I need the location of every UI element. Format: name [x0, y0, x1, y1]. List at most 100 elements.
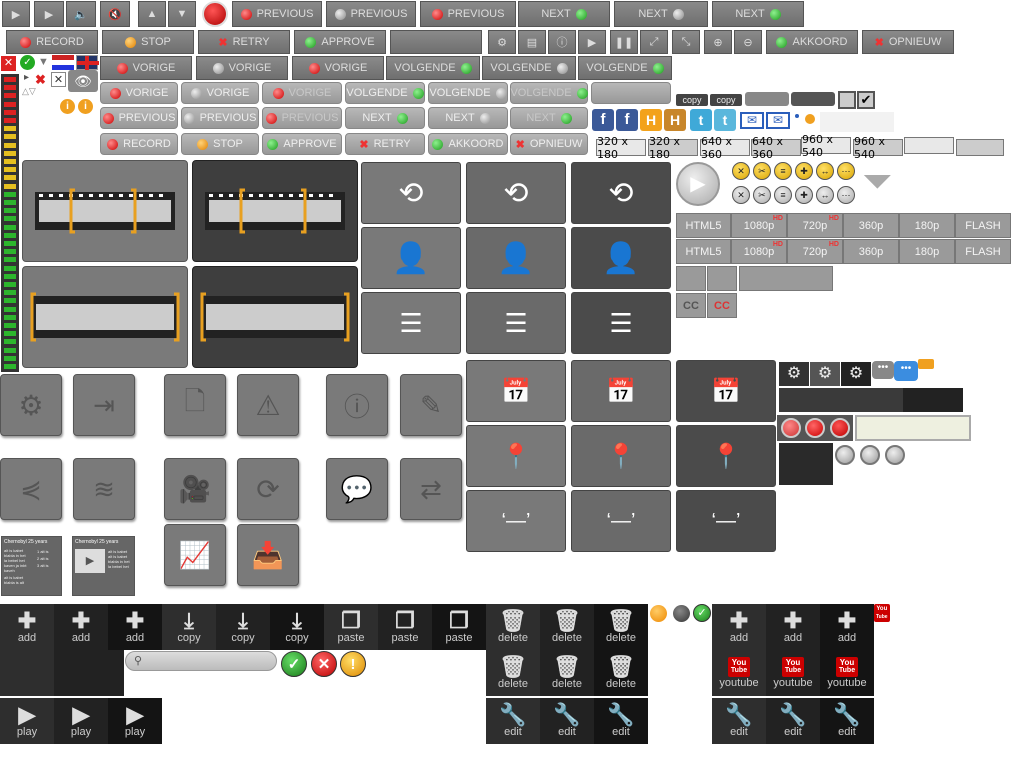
numbered-list-tile-dark[interactable]: ☰: [571, 292, 671, 354]
delete-button[interactable]: 🗑 delete: [486, 650, 540, 696]
previous-light-disabled-button[interactable]: PREVIOUS: [262, 107, 342, 129]
previous-button-grey[interactable]: PREVIOUS: [326, 1, 416, 27]
status-dark-dot[interactable]: [673, 605, 690, 622]
round-control-button[interactable]: ≡: [774, 162, 792, 180]
resolution-960-button[interactable]: 960 x 540: [853, 135, 903, 161]
repeat-tile[interactable]: ⟲: [466, 162, 566, 224]
round-control-button[interactable]: ⋯: [837, 162, 855, 180]
copy-button[interactable]: copy: [710, 94, 742, 106]
eye-icon[interactable]: 👁: [68, 70, 98, 92]
vorige-button-grey[interactable]: VORIGE: [196, 56, 288, 80]
small-orange-dot-icon[interactable]: [805, 114, 815, 124]
round-red-button[interactable]: [781, 418, 801, 438]
repeat-tile[interactable]: ⟲: [361, 162, 461, 224]
twitter-icon[interactable]: t: [714, 109, 736, 131]
numbered-list-tile[interactable]: ☰: [466, 292, 566, 354]
chevron-down-icon[interactable]: ▼: [38, 56, 49, 68]
blank-resolution-button[interactable]: [956, 139, 1004, 156]
previous-light-button[interactable]: PREVIOUS: [100, 107, 178, 129]
success-icon[interactable]: ✓: [281, 651, 307, 677]
settings-button[interactable]: ⚙: [488, 30, 516, 54]
retry-button[interactable]: ✖ RETRY: [198, 30, 290, 54]
blank-quality-button[interactable]: [676, 266, 706, 291]
next-light-button[interactable]: NEXT: [428, 107, 508, 129]
filmstrip-panel-dark[interactable]: [192, 266, 358, 368]
list-button[interactable]: ▤: [518, 30, 546, 54]
volgende-light-button[interactable]: VOLGENDE: [345, 82, 425, 104]
swap-square-button[interactable]: ⇄: [400, 458, 462, 520]
cc-button-active[interactable]: CC: [707, 293, 737, 318]
previous-light-button[interactable]: PREVIOUS: [181, 107, 259, 129]
previous-button-red-2[interactable]: PREVIOUS: [420, 1, 516, 27]
copy-button[interactable]: copy: [676, 94, 708, 106]
round-control-button[interactable]: ↔: [816, 186, 834, 204]
filmstrip-panel[interactable]: [22, 266, 188, 368]
video-camera-square-button[interactable]: 🎥: [164, 458, 226, 520]
facebook-icon[interactable]: f: [616, 109, 638, 131]
close-box-icon[interactable]: ✕: [51, 72, 66, 87]
add-button[interactable]: ✚ add: [108, 604, 162, 650]
edit-square-button[interactable]: ✎: [400, 374, 462, 436]
status-check-dot[interactable]: ✓: [693, 604, 711, 622]
round-control-button[interactable]: ✂: [753, 162, 771, 180]
video-quality-button[interactable]: 1080p HD: [731, 213, 787, 238]
flag-uk-icon[interactable]: [76, 55, 99, 71]
add-button[interactable]: ✚ add: [0, 604, 54, 650]
mail-icon[interactable]: ✉: [740, 112, 764, 129]
video-quality-button[interactable]: 360p: [843, 239, 899, 264]
exit-fullscreen-button[interactable]: ⤡: [672, 30, 700, 54]
resolution-640-button[interactable]: 640 x 360: [751, 135, 801, 161]
round-red-button[interactable]: [830, 418, 850, 438]
round-red-button[interactable]: [805, 418, 825, 438]
video-quality-button[interactable]: 720p HD: [787, 239, 843, 264]
resolution-320-button[interactable]: 320 x 180: [648, 135, 698, 161]
blank-pill-button-dark[interactable]: [791, 92, 835, 106]
calendar-tile[interactable]: 📅: [466, 360, 566, 422]
chat-blue-icon[interactable]: •••: [894, 361, 918, 381]
youtube-small-icon[interactable]: You Tube: [874, 604, 890, 623]
quote-tile-dark[interactable]: ‘—’: [676, 490, 776, 552]
quote-tile[interactable]: ‘—’: [466, 490, 566, 552]
next-button-grey[interactable]: NEXT: [614, 1, 708, 27]
facebook-icon[interactable]: f: [592, 109, 614, 131]
round-control-button[interactable]: ≡: [774, 186, 792, 204]
user-tile[interactable]: 👤: [361, 227, 461, 289]
round-control-button[interactable]: ↔: [816, 162, 834, 180]
add-button[interactable]: ✚ add: [712, 604, 766, 650]
numbered-list-tile[interactable]: ☰: [361, 292, 461, 354]
mute-button[interactable]: 🔇: [100, 1, 130, 27]
akkoord-button[interactable]: AKKOORD: [766, 30, 858, 54]
wifi-square-button[interactable]: ≋: [73, 458, 135, 520]
calendar-tile[interactable]: 📅: [571, 360, 671, 422]
blank-pill-button[interactable]: [745, 92, 789, 106]
blank-quality-wide-button[interactable]: [739, 266, 833, 291]
volgende-button-green[interactable]: VOLGENDE: [386, 56, 480, 80]
round-control-button[interactable]: ✕: [732, 162, 750, 180]
volgende-light-button[interactable]: VOLGENDE: [428, 82, 508, 104]
youtube-button[interactable]: You Tube youtube: [712, 650, 766, 696]
warning-square-button[interactable]: ⚠: [237, 374, 299, 436]
volgende-button-green-2[interactable]: VOLGENDE: [578, 56, 672, 80]
quote-tile[interactable]: ‘—’: [571, 490, 671, 552]
article-thumbnail[interactable]: Chernobyl 25 years alt is kabet blabla in…: [1, 536, 62, 596]
opnieuw-light-button[interactable]: ✖ OPNIEUW: [510, 133, 588, 155]
edit-button[interactable]: 🔧 edit: [540, 698, 594, 744]
arrow-up-button[interactable]: ▲: [138, 1, 166, 27]
volgende-light-disabled-button[interactable]: VOLGENDE: [510, 82, 588, 104]
vorige-light-button[interactable]: VORIGE: [100, 82, 178, 104]
hyves-icon[interactable]: H: [664, 109, 686, 131]
edit-button[interactable]: 🔧 edit: [486, 698, 540, 744]
round-control-button[interactable]: ✚: [795, 162, 813, 180]
gear-button[interactable]: ⚙: [810, 362, 840, 386]
share-square-button[interactable]: ⋞: [0, 458, 62, 520]
stop-button[interactable]: STOP: [102, 30, 194, 54]
round-control-button[interactable]: ✂: [753, 186, 771, 204]
video-quality-button[interactable]: FLASH: [955, 213, 1011, 238]
video-quality-button[interactable]: 720p HD: [787, 213, 843, 238]
resolution-960-button[interactable]: 960 x 540: [801, 133, 851, 159]
zoom-in-button[interactable]: ⊕: [704, 30, 732, 54]
cc-button[interactable]: CC: [676, 293, 706, 318]
vorige-light-disabled-button[interactable]: VORIGE: [262, 82, 342, 104]
calendar-tile-dark[interactable]: 📅: [676, 360, 776, 422]
round-grey-button[interactable]: [885, 445, 905, 465]
